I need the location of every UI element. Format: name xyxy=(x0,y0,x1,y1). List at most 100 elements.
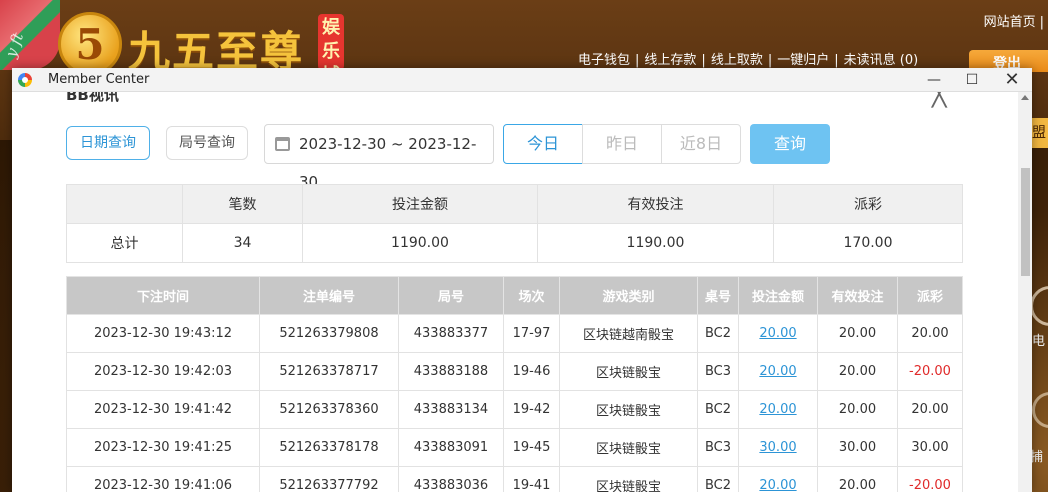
gift-text: y ft xyxy=(1,30,28,60)
site-nav: 电子钱包 | 线上存款 | 线上取款 | 一键归户 | 未读讯息 (0) xyxy=(578,49,918,68)
session: 19-41 xyxy=(503,466,560,492)
table-row: 2023-12-30 19:41:06 521263377792 4338830… xyxy=(66,466,963,492)
maximize-button[interactable]: ☐ xyxy=(962,70,982,90)
summary-header-row: 笔数 投注金额 有效投注 派彩 xyxy=(66,184,963,224)
bet-time: 2023-12-30 19:43:12 xyxy=(66,314,260,353)
records-header-row: 下注时间 注单编号 局号 场次 游戏类别 桌号 投注金额 有效投注 派彩 xyxy=(66,276,963,315)
column-header: 有效投注 xyxy=(817,276,898,315)
minimize-button[interactable]: — xyxy=(924,70,944,90)
tab-round-query[interactable]: 局号查询 xyxy=(166,126,248,160)
scrollbar-thumb[interactable] xyxy=(1021,168,1030,276)
summary-header-cell xyxy=(66,184,183,224)
table-id: BC2 xyxy=(697,466,739,492)
date-range-input[interactable]: 2023-12-30 ~ 2023-12-30 xyxy=(264,124,494,191)
range-yesterday-button[interactable]: 昨日 xyxy=(582,124,662,164)
nav-withdraw[interactable]: 线上取款 xyxy=(711,53,763,68)
session: 17-97 xyxy=(503,314,560,353)
column-header: 派彩 xyxy=(897,276,963,315)
summary-cell: 总计 xyxy=(66,223,183,263)
bet-amount-link[interactable]: 20.00 xyxy=(738,314,818,353)
valid-bet: 30.00 xyxy=(817,428,898,467)
nav-wallet[interactable]: 电子钱包 xyxy=(578,53,630,68)
summary-cell: 1190.00 xyxy=(537,223,774,263)
table-id: BC3 xyxy=(697,352,739,391)
bet-id: 521263378360 xyxy=(259,390,399,429)
payout: 20.00 xyxy=(897,390,963,429)
summary-header-cell: 投注金额 xyxy=(302,184,538,224)
table-row: 2023-12-30 19:41:42 521263378360 4338831… xyxy=(66,390,963,429)
game-type: 区块链越南骰宝 xyxy=(559,314,698,353)
scroll-up-arrow-icon[interactable] xyxy=(1021,95,1029,100)
payout: 20.00 xyxy=(897,314,963,353)
bet-time: 2023-12-30 19:41:06 xyxy=(66,466,260,492)
session: 19-42 xyxy=(503,390,560,429)
table-id: BC2 xyxy=(697,390,739,429)
summary-cell: 1190.00 xyxy=(302,223,538,263)
round-id: 433883188 xyxy=(398,352,504,391)
valid-bet: 20.00 xyxy=(817,466,898,492)
nav-unread-messages[interactable]: 未读讯息 (0) xyxy=(844,53,919,68)
summary-cell: 170.00 xyxy=(773,223,963,263)
bet-id: 521263379808 xyxy=(259,314,399,353)
bet-amount-link[interactable]: 20.00 xyxy=(738,352,818,391)
bet-amount-link[interactable]: 20.00 xyxy=(738,466,818,492)
vertical-scrollbar[interactable] xyxy=(1018,92,1032,492)
window-title: Member Center xyxy=(48,72,150,87)
window-close-button[interactable]: ✕ xyxy=(1002,70,1022,90)
column-header: 投注金额 xyxy=(738,276,818,315)
valid-bet: 20.00 xyxy=(817,314,898,353)
summary-header-cell: 派彩 xyxy=(773,184,963,224)
summary-header-cell: 笔数 xyxy=(182,184,303,224)
nav-separator: | xyxy=(767,53,773,68)
nav-separator: | xyxy=(635,53,640,68)
gift-banner: y ft xyxy=(0,0,60,70)
home-link[interactable]: 网站首页 xyxy=(984,15,1036,30)
valid-bet: 20.00 xyxy=(817,390,898,429)
logo-tag: 娱乐城 xyxy=(318,14,344,70)
column-header: 场次 xyxy=(503,276,560,315)
bet-id: 521263378717 xyxy=(259,352,399,391)
top-links-separator: | xyxy=(1039,15,1044,30)
nav-separator: | xyxy=(701,53,706,68)
column-header: 游戏类别 xyxy=(559,276,698,315)
logo-emblem: 5 xyxy=(58,12,122,76)
round-id: 433883134 xyxy=(398,390,504,429)
round-id: 433883091 xyxy=(398,428,504,467)
valid-bet: 20.00 xyxy=(817,352,898,391)
bet-amount-link[interactable]: 30.00 xyxy=(738,428,818,467)
window-content: BB视讯 ╳ 日期查询 局号查询 2023-12-30 ~ 2023-12-30… xyxy=(12,92,1018,492)
bet-time: 2023-12-30 19:41:42 xyxy=(66,390,260,429)
game-type: 区块链骰宝 xyxy=(559,466,698,492)
member-center-window: Member Center — ☐ ✕ BB视讯 ╳ 日期查询 局号查询 202… xyxy=(12,68,1032,492)
summary-total-row: 总计 34 1190.00 1190.00 170.00 xyxy=(66,223,963,263)
session: 19-45 xyxy=(503,428,560,467)
side-label-electronic: 电 xyxy=(1032,334,1046,349)
payout: -20.00 xyxy=(897,466,963,492)
payout: 30.00 xyxy=(897,428,963,467)
range-today-button[interactable]: 今日 xyxy=(503,124,583,164)
summary-header-cell: 有效投注 xyxy=(537,184,774,224)
bet-id: 521263378178 xyxy=(259,428,399,467)
bet-records-table: 下注时间 注单编号 局号 场次 游戏类别 桌号 投注金额 有效投注 派彩 202… xyxy=(66,276,963,492)
nav-deposit[interactable]: 线上存款 xyxy=(644,53,696,68)
game-type: 区块链骰宝 xyxy=(559,390,698,429)
side-promo-tab[interactable]: 盟 xyxy=(1032,118,1048,148)
table-row: 2023-12-30 19:43:12 521263379808 4338833… xyxy=(66,314,963,353)
nav-one-click-transfer[interactable]: 一键归户 xyxy=(777,53,829,68)
search-button[interactable]: 查询 xyxy=(750,124,830,164)
nav-separator: | xyxy=(834,53,839,68)
column-header: 局号 xyxy=(398,276,504,315)
calendar-icon xyxy=(275,137,290,151)
window-titlebar[interactable]: Member Center — ☐ ✕ xyxy=(12,68,1032,92)
round-id: 433883377 xyxy=(398,314,504,353)
column-header: 桌号 xyxy=(697,276,739,315)
panel-title: BB视讯 xyxy=(66,92,119,104)
panel-close-icon[interactable]: ╳ xyxy=(932,92,946,108)
tab-date-query[interactable]: 日期查询 xyxy=(66,126,150,160)
bet-amount-link[interactable]: 20.00 xyxy=(738,390,818,429)
range-last8-button[interactable]: 近8日 xyxy=(661,124,741,164)
table-row: 2023-12-30 19:42:03 521263378717 4338831… xyxy=(66,352,963,391)
bet-time: 2023-12-30 19:42:03 xyxy=(66,352,260,391)
game-type: 区块链骰宝 xyxy=(559,352,698,391)
summary-cell: 34 xyxy=(182,223,303,263)
